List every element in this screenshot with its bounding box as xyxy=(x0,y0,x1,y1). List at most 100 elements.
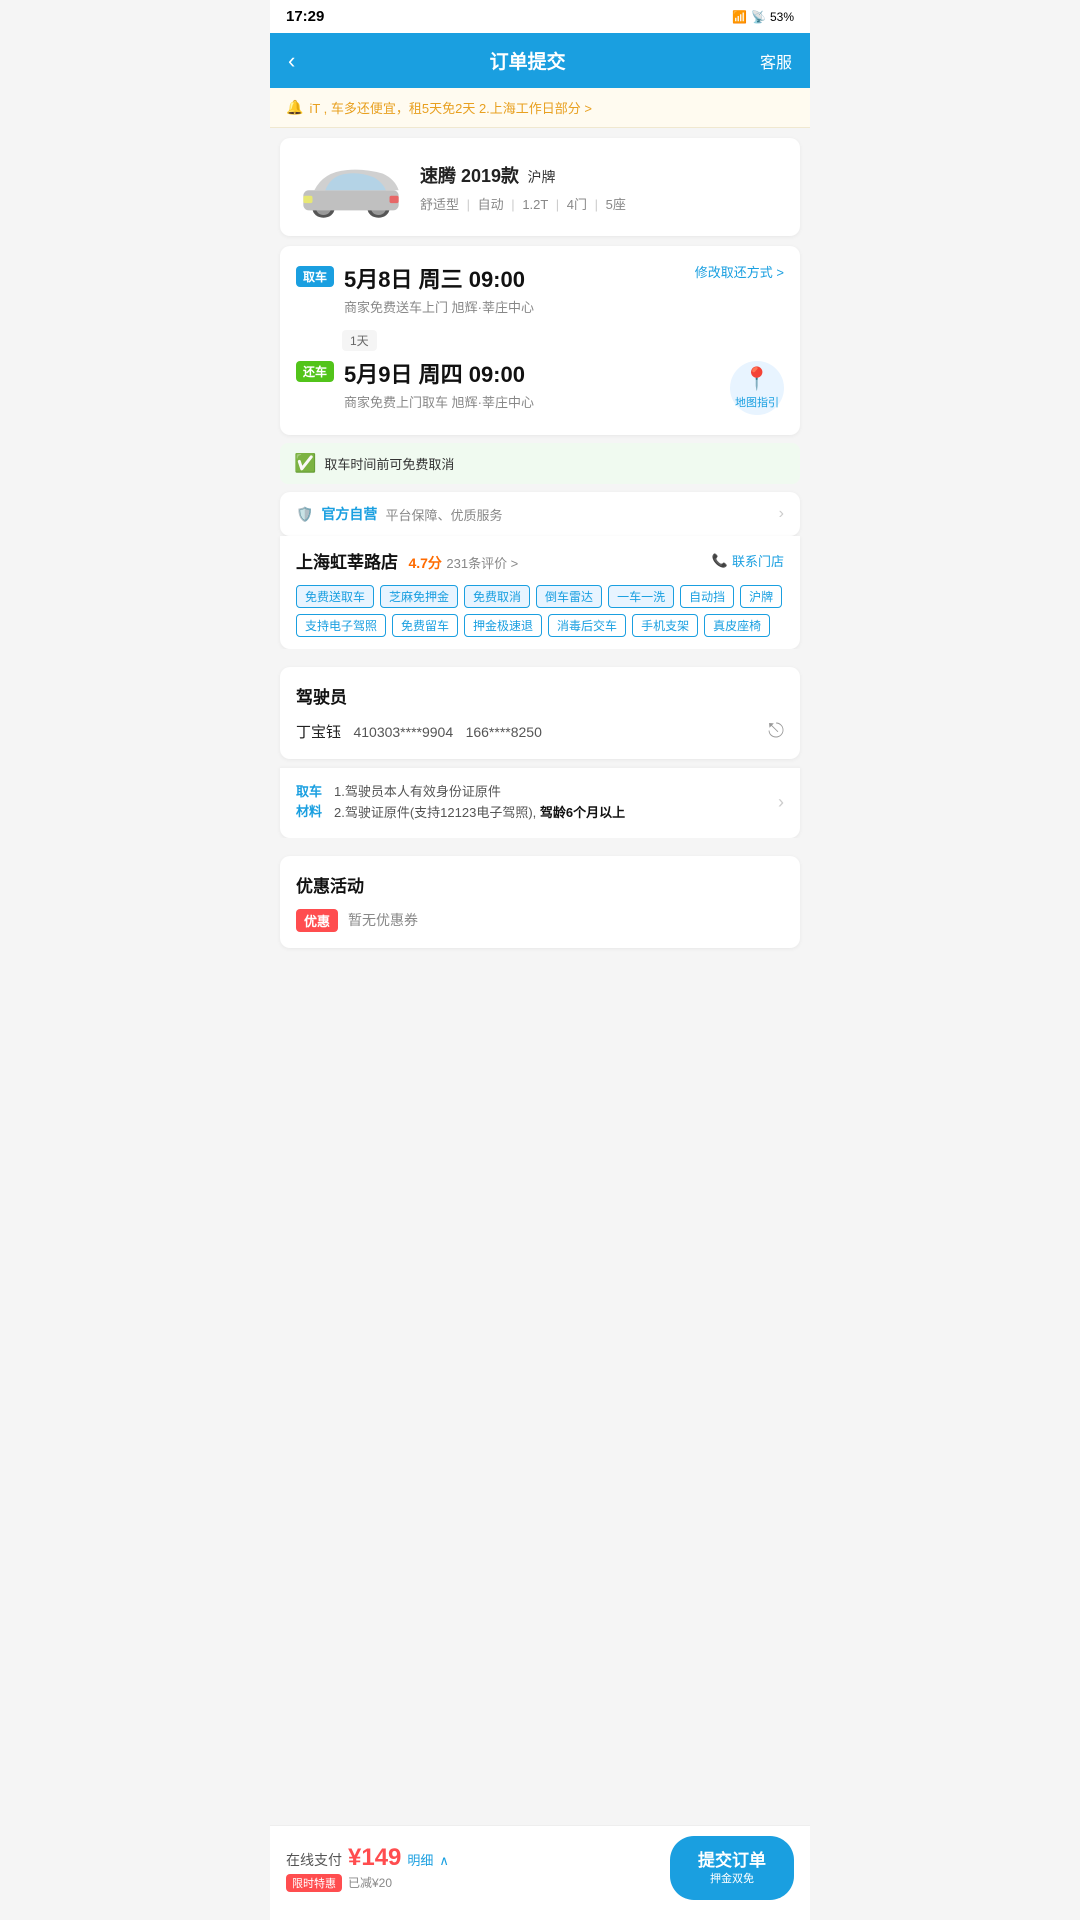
store-tags: 免费送取车芝麻免押金免费取消倒车雷达一车一洗自动挡沪牌支持电子驾照免费留车押金极… xyxy=(296,585,784,637)
payment-label: 在线支付 xyxy=(286,1850,342,1870)
driver-name: 丁宝钰 xyxy=(296,724,341,741)
cancel-text: 取车时间前可免费取消 xyxy=(324,454,454,473)
phone-icon: 📞 xyxy=(712,553,728,569)
official-desc: 平台保障、优质服务 xyxy=(385,505,502,524)
battery-icon: 53% xyxy=(770,10,794,24)
pickup-materials-row[interactable]: 取车 材料 1.驾驶员本人有效身份证原件 2.驾驶证原件(支持12123电子驾照… xyxy=(280,767,800,838)
limited-offer-badge: 限时特惠 xyxy=(286,1874,342,1892)
discount-row: 限时特惠 已减¥20 xyxy=(286,1874,670,1892)
cancel-notice: ✅ 取车时间前可免费取消 xyxy=(280,443,800,484)
driver-id: 410303****9904 xyxy=(353,724,453,740)
submit-label: 提交订单 xyxy=(698,1850,766,1872)
car-specs: 舒适型 | 自动 | 1.2T | 4门 | 5座 xyxy=(420,194,784,213)
status-icons: 📶 📡 53% xyxy=(732,10,794,24)
materials-content: 1.驾驶员本人有效身份证原件 2.驾驶证原件(支持12123电子驾照), 驾龄6… xyxy=(334,782,770,824)
store-tag-1: 芝麻免押金 xyxy=(380,585,458,608)
driver-phone: 166****8250 xyxy=(466,724,542,740)
official-info: 🛡️ 官方自营 平台保障、优质服务 xyxy=(296,504,502,524)
customer-service-button[interactable]: 客服 xyxy=(760,49,792,73)
store-tag-7: 支持电子驾照 xyxy=(296,614,386,637)
store-rating: 4.7分 xyxy=(408,555,441,571)
return-info: 5月9日 周四 09:00 商家免费上门取车 旭辉·莘庄中心 xyxy=(344,357,784,411)
price-row: 在线支付 ¥149 明细 ∧ xyxy=(286,1844,670,1872)
price-toggle-arrow[interactable]: ∧ xyxy=(439,1853,449,1869)
store-tag-4: 一车一洗 xyxy=(608,585,674,608)
discount-amount-text: 已减¥20 xyxy=(348,1874,392,1891)
page-title: 订单提交 xyxy=(490,47,566,74)
store-tag-8: 免费留车 xyxy=(392,614,458,637)
driver-identity: 丁宝钰 410303****9904 166****8250 xyxy=(296,721,542,742)
map-icon: 📍 xyxy=(743,366,770,392)
pickup-location: 商家免费送车上门 旭辉·莘庄中心 xyxy=(344,297,784,316)
car-plate: 沪牌 xyxy=(528,169,556,185)
return-row: 还车 5月9日 周四 09:00 商家免费上门取车 旭辉·莘庄中心 xyxy=(296,357,784,411)
car-info-card: 速腾 2019款 沪牌 舒适型 | 自动 | 1.2T | 4门 | 5座 xyxy=(280,138,800,236)
edit-driver-button[interactable]: ⎋ xyxy=(768,720,784,743)
bottom-bar: 在线支付 ¥149 明细 ∧ 限时特惠 已减¥20 提交订单 押金双免 xyxy=(270,1825,810,1920)
back-button[interactable]: ‹ xyxy=(288,48,295,74)
map-guide-button[interactable]: 📍 地图指引 xyxy=(730,361,784,415)
store-header: 上海虹莘路店 4.7分 231条评价 > 📞 联系门店 xyxy=(296,548,784,573)
car-illustration xyxy=(296,155,406,220)
car-name: 速腾 2019款 xyxy=(420,166,519,186)
banner-text: iT , 车多还便宜，租5天免2天 2.上海工作日部分 > xyxy=(309,98,592,117)
store-tag-12: 真皮座椅 xyxy=(704,614,770,637)
materials-label: 取车 材料 xyxy=(296,782,322,821)
promo-banner[interactable]: 🔔 iT , 车多还便宜，租5天免2天 2.上海工作日部分 > xyxy=(270,88,810,128)
price-detail-link[interactable]: 明细 xyxy=(407,1850,433,1869)
driver-info-row: 丁宝钰 410303****9904 166****8250 ⎋ xyxy=(296,720,784,743)
car-image xyxy=(296,152,406,222)
store-tag-0: 免费送取车 xyxy=(296,585,374,608)
spec-doors: 4门 xyxy=(567,197,587,212)
shield-icon: 🛡️ xyxy=(296,506,313,523)
spec-type: 舒适型 xyxy=(420,197,459,212)
check-icon: ✅ xyxy=(294,453,316,474)
official-label: 官方自营 xyxy=(321,504,377,524)
no-voucher-text: 暂无优惠券 xyxy=(348,910,418,930)
store-tag-2: 免费取消 xyxy=(464,585,530,608)
store-tag-10: 消毒后交车 xyxy=(548,614,626,637)
store-tag-6: 沪牌 xyxy=(740,585,782,608)
modify-method-link[interactable]: 修改取还方式 > xyxy=(695,262,784,281)
store-name-rating: 上海虹莘路店 4.7分 231条评价 > xyxy=(296,548,518,573)
promo-row[interactable]: 优惠 暂无优惠券 xyxy=(296,909,784,932)
store-tag-11: 手机支架 xyxy=(632,614,698,637)
chevron-right-icon: › xyxy=(778,792,784,813)
chevron-right-icon: › xyxy=(779,505,784,523)
driver-section: 驾驶员 丁宝钰 410303****9904 166****8250 ⎋ xyxy=(280,667,800,759)
store-tag-9: 押金极速退 xyxy=(464,614,542,637)
contact-store-button[interactable]: 📞 联系门店 xyxy=(712,551,784,570)
submit-order-button[interactable]: 提交订单 押金双免 xyxy=(670,1836,794,1900)
store-reviews[interactable]: 231条评价 > xyxy=(446,556,518,571)
time-display: 17:29 xyxy=(286,8,324,25)
store-tag-5: 自动挡 xyxy=(680,585,734,608)
bell-icon: 🔔 xyxy=(286,99,303,116)
map-label: 地图指引 xyxy=(735,394,779,410)
section-divider xyxy=(270,649,810,659)
store-section: 上海虹莘路店 4.7分 231条评价 > 📞 联系门店 免费送取车芝麻免押金免费… xyxy=(280,536,800,649)
official-badge-row[interactable]: 🛡️ 官方自营 平台保障、优质服务 › xyxy=(280,492,800,536)
bottom-spacer xyxy=(270,956,810,1056)
price-area: 在线支付 ¥149 明细 ∧ 限时特惠 已减¥20 xyxy=(286,1844,670,1892)
date-section: 修改取还方式 > 取车 5月8日 周三 09:00 商家免费送车上门 旭辉·莘庄… xyxy=(280,246,800,435)
status-bar: 17:29 📶 📡 53% xyxy=(270,0,810,33)
header: ‹ 订单提交 客服 xyxy=(270,33,810,88)
promo-section: 优惠活动 优惠 暂无优惠券 xyxy=(280,856,800,948)
store-tag-3: 倒车雷达 xyxy=(536,585,602,608)
wifi-icon: 📡 xyxy=(751,10,766,24)
section-divider-2 xyxy=(270,838,810,848)
promo-badge: 优惠 xyxy=(296,909,338,932)
return-badge: 还车 xyxy=(296,361,334,382)
material-item2: 2.驾驶证原件(支持12123电子驾照), 驾龄6个月以上 xyxy=(334,803,770,824)
car-details: 速腾 2019款 沪牌 舒适型 | 自动 | 1.2T | 4门 | 5座 xyxy=(420,162,784,213)
store-name: 上海虹莘路店 xyxy=(296,553,398,572)
return-location: 商家免费上门取车 旭辉·莘庄中心 xyxy=(344,392,784,411)
material-item1: 1.驾驶员本人有效身份证原件 xyxy=(334,782,770,803)
pickup-badge: 取车 xyxy=(296,266,334,287)
promo-section-title: 优惠活动 xyxy=(296,872,784,897)
spec-seats: 5座 xyxy=(606,197,626,212)
rental-days: 1天 xyxy=(342,330,377,351)
submit-sublabel: 押金双免 xyxy=(710,1872,754,1886)
spec-engine: 1.2T xyxy=(522,197,548,212)
driver-section-title: 驾驶员 xyxy=(296,683,784,708)
